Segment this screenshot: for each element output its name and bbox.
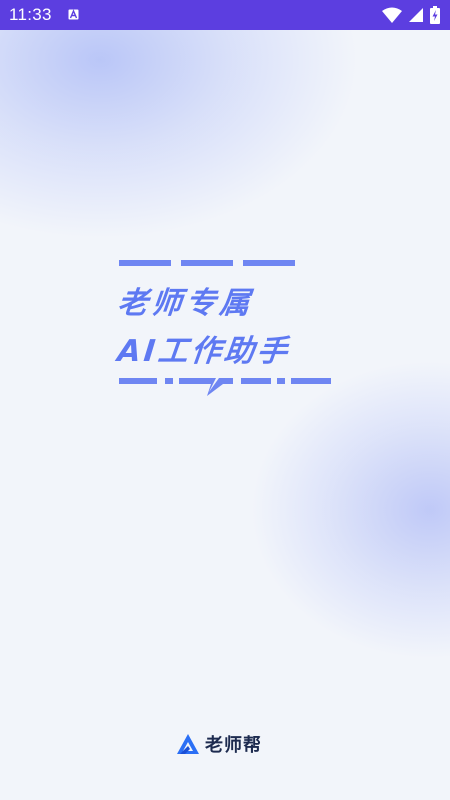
hero-title-block: 老师专属 AI工作助手 xyxy=(115,256,335,396)
decorative-dash-line-top xyxy=(119,260,295,266)
brand-footer: 老师帮 xyxy=(176,732,262,756)
splash-screen: 11:33 老师专属 AI工作助手 老师帮 xyxy=(0,0,450,800)
cellular-signal-icon xyxy=(409,8,423,22)
background-glow-right xyxy=(250,360,450,660)
triangle-a-logo-icon xyxy=(177,734,199,754)
status-icons xyxy=(382,6,440,24)
battery-charging-icon xyxy=(430,6,440,24)
text-a-icon xyxy=(68,9,79,20)
status-bar: 11:33 xyxy=(0,0,450,30)
hero-line-1: 老师专属 xyxy=(115,286,256,321)
wifi-icon xyxy=(382,7,402,23)
background-glow-top xyxy=(0,0,360,240)
decorative-speech-dash-line xyxy=(119,378,331,396)
hero-line-2: AI工作助手 xyxy=(115,334,292,369)
status-time: 11:33 xyxy=(9,5,52,24)
brand-name: 老师帮 xyxy=(205,735,262,756)
